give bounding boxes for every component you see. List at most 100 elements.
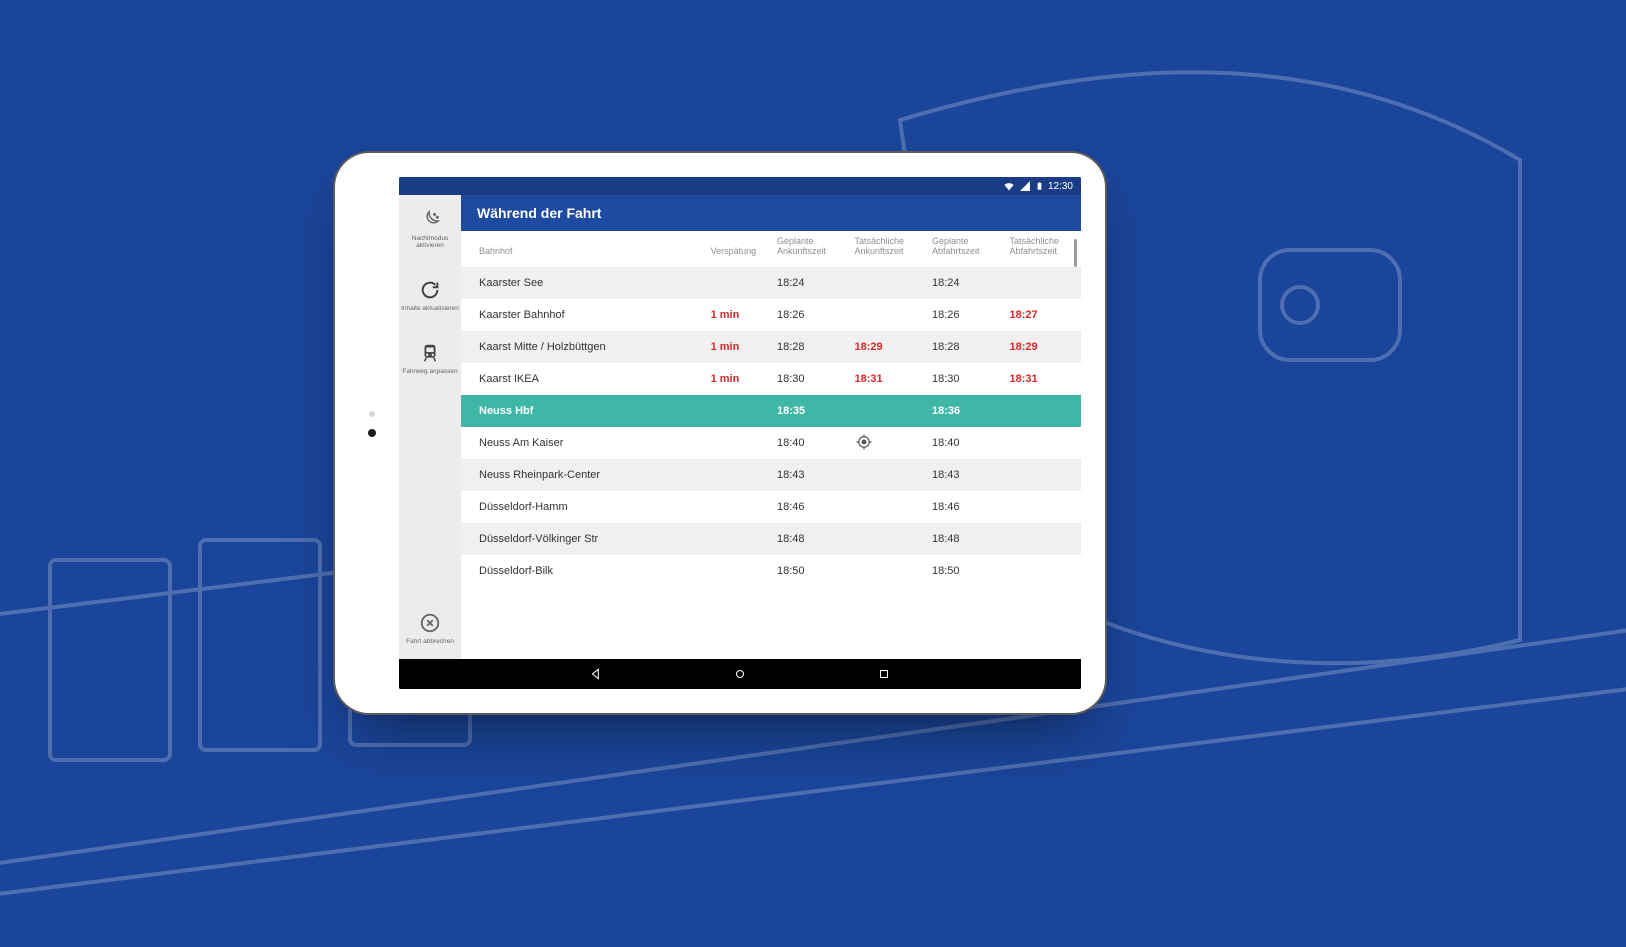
close-circle-icon xyxy=(419,612,441,634)
header-geplante-ankunft: Geplante Ankunftszeit xyxy=(771,231,849,267)
table-row[interactable]: Düsseldorf-Völkinger Str 18:48 18:48 xyxy=(461,523,1081,555)
cell-tatsaechliche-abfahrt xyxy=(1003,459,1081,491)
cell-geplante-ankunft: 18:26 xyxy=(771,299,849,331)
sidebar-item-nightmode[interactable]: Nachtmodus aktivieren xyxy=(399,209,461,249)
table-row[interactable]: Neuss Am Kaiser 18:40 18:40 xyxy=(461,427,1081,459)
cell-tatsaechliche-abfahrt: 18:31 xyxy=(1003,363,1081,395)
table-row[interactable]: Kaarster See 18:24 18:24 xyxy=(461,267,1081,299)
header-geplante-abfahrt: Geplante Abfahrtszeit xyxy=(926,231,1004,267)
cell-tatsaechliche-ankunft xyxy=(848,555,926,587)
cell-bahnhof: Neuss Am Kaiser xyxy=(461,427,705,459)
sidebar-item-label: Fahrt abbrechen xyxy=(406,638,454,645)
android-status-bar: 12:30 xyxy=(399,177,1081,195)
cell-bahnhof: Kaarst IKEA xyxy=(461,363,705,395)
cell-geplante-ankunft: 18:30 xyxy=(771,363,849,395)
table-row[interactable]: Neuss Hbf 18:35 18:36 xyxy=(461,395,1081,427)
cell-bahnhof: Kaarst Mitte / Holzbüttgen xyxy=(461,331,705,363)
cell-tatsaechliche-abfahrt xyxy=(1003,555,1081,587)
cell-tatsaechliche-ankunft xyxy=(848,395,926,427)
app-root: Nachtmodus aktivieren Inhalte aktualisie… xyxy=(399,195,1081,659)
recents-icon[interactable] xyxy=(877,667,891,681)
table-row[interactable]: Kaarster Bahnhof1 min18:2618:2618:27 xyxy=(461,299,1081,331)
header-verspaetung: Verspätung xyxy=(705,231,771,267)
main-column: Während der Fahrt Bahnhof Verspätung Gep… xyxy=(461,195,1081,659)
cell-geplante-ankunft: 18:28 xyxy=(771,331,849,363)
header-tatsaechliche-abfahrt: Tatsächliche Abfahrtszeit xyxy=(1003,231,1081,267)
cell-geplante-ankunft: 18:50 xyxy=(771,555,849,587)
header-tatsaechliche-ankunft: Tatsächliche Ankunftszeit xyxy=(848,231,926,267)
schedule-table: Bahnhof Verspätung Geplante Ankunftszeit… xyxy=(461,231,1081,587)
cell-bahnhof: Neuss Rheinpark-Center xyxy=(461,459,705,491)
cell-verspaetung xyxy=(705,427,771,459)
cell-verspaetung: 1 min xyxy=(705,331,771,363)
scrollbar-thumb[interactable] xyxy=(1074,239,1077,267)
cell-geplante-abfahrt: 18:26 xyxy=(926,299,1004,331)
cell-bahnhof: Düsseldorf-Bilk xyxy=(461,555,705,587)
sidebar-item-cancel[interactable]: Fahrt abbrechen xyxy=(399,612,461,645)
cell-bahnhof: Neuss Hbf xyxy=(461,395,705,427)
table-row[interactable]: Kaarst IKEA1 min18:3018:3118:3018:31 xyxy=(461,363,1081,395)
sidebar-item-label: Fahrweg anpassen xyxy=(402,368,457,375)
tablet-sensor-dot xyxy=(369,411,375,417)
cell-geplante-ankunft: 18:24 xyxy=(771,267,849,299)
sidebar-item-refresh[interactable]: Inhalte aktualisieren xyxy=(399,279,461,312)
locate-icon[interactable] xyxy=(854,432,874,452)
cell-geplante-ankunft: 18:40 xyxy=(771,427,849,459)
cell-bahnhof: Kaarster See xyxy=(461,267,705,299)
cell-geplante-ankunft: 18:43 xyxy=(771,459,849,491)
cell-tatsaechliche-ankunft xyxy=(848,427,926,459)
sidebar-item-route[interactable]: Fahrweg anpassen xyxy=(399,342,461,375)
cell-geplante-abfahrt: 18:28 xyxy=(926,331,1004,363)
android-navbar xyxy=(399,659,1081,689)
cell-geplante-abfahrt: 18:40 xyxy=(926,427,1004,459)
cell-bahnhof: Kaarster Bahnhof xyxy=(461,299,705,331)
cell-tatsaechliche-ankunft xyxy=(848,267,926,299)
cell-tatsaechliche-abfahrt: 18:29 xyxy=(1003,331,1081,363)
signal-icon xyxy=(1019,180,1031,192)
cell-tatsaechliche-abfahrt xyxy=(1003,427,1081,459)
cell-verspaetung xyxy=(705,523,771,555)
cell-geplante-abfahrt: 18:46 xyxy=(926,491,1004,523)
cell-tatsaechliche-ankunft: 18:31 xyxy=(848,363,926,395)
cell-geplante-ankunft: 18:48 xyxy=(771,523,849,555)
table-row[interactable]: Neuss Rheinpark-Center 18:43 18:43 xyxy=(461,459,1081,491)
table-row[interactable]: Kaarst Mitte / Holzbüttgen1 min18:2818:2… xyxy=(461,331,1081,363)
cell-bahnhof: Düsseldorf-Hamm xyxy=(461,491,705,523)
cell-geplante-ankunft: 18:46 xyxy=(771,491,849,523)
back-icon[interactable] xyxy=(589,667,603,681)
cell-tatsaechliche-ankunft: 18:29 xyxy=(848,331,926,363)
tablet-frame: 12:30 Nachtmodus aktivieren Inhalte aktu… xyxy=(335,153,1105,713)
table-row[interactable]: Düsseldorf-Bilk 18:50 18:50 xyxy=(461,555,1081,587)
cell-geplante-abfahrt: 18:36 xyxy=(926,395,1004,427)
cell-geplante-ankunft: 18:35 xyxy=(771,395,849,427)
schedule-table-wrap: Bahnhof Verspätung Geplante Ankunftszeit… xyxy=(461,231,1081,659)
sidebar: Nachtmodus aktivieren Inhalte aktualisie… xyxy=(399,195,461,659)
cell-tatsaechliche-abfahrt xyxy=(1003,267,1081,299)
cell-geplante-abfahrt: 18:50 xyxy=(926,555,1004,587)
table-row[interactable]: Düsseldorf-Hamm 18:46 18:46 xyxy=(461,491,1081,523)
cell-tatsaechliche-abfahrt xyxy=(1003,395,1081,427)
cell-verspaetung xyxy=(705,491,771,523)
battery-icon xyxy=(1035,180,1044,192)
cell-verspaetung xyxy=(705,555,771,587)
cell-tatsaechliche-ankunft xyxy=(848,459,926,491)
night-icon xyxy=(419,209,441,231)
cell-verspaetung: 1 min xyxy=(705,299,771,331)
status-time: 12:30 xyxy=(1048,181,1073,192)
cell-verspaetung xyxy=(705,459,771,491)
refresh-icon xyxy=(419,279,441,301)
cell-geplante-abfahrt: 18:48 xyxy=(926,523,1004,555)
home-icon[interactable] xyxy=(733,667,747,681)
header-bahnhof: Bahnhof xyxy=(461,231,705,267)
cell-geplante-abfahrt: 18:30 xyxy=(926,363,1004,395)
cell-verspaetung xyxy=(705,267,771,299)
cell-tatsaechliche-ankunft xyxy=(848,491,926,523)
cell-tatsaechliche-abfahrt xyxy=(1003,523,1081,555)
tablet-screen: 12:30 Nachtmodus aktivieren Inhalte aktu… xyxy=(399,177,1081,689)
cell-geplante-abfahrt: 18:43 xyxy=(926,459,1004,491)
cell-geplante-abfahrt: 18:24 xyxy=(926,267,1004,299)
tablet-home-button[interactable] xyxy=(368,429,376,437)
wifi-icon xyxy=(1003,180,1015,192)
cell-bahnhof: Düsseldorf-Völkinger Str xyxy=(461,523,705,555)
cell-tatsaechliche-abfahrt: 18:27 xyxy=(1003,299,1081,331)
